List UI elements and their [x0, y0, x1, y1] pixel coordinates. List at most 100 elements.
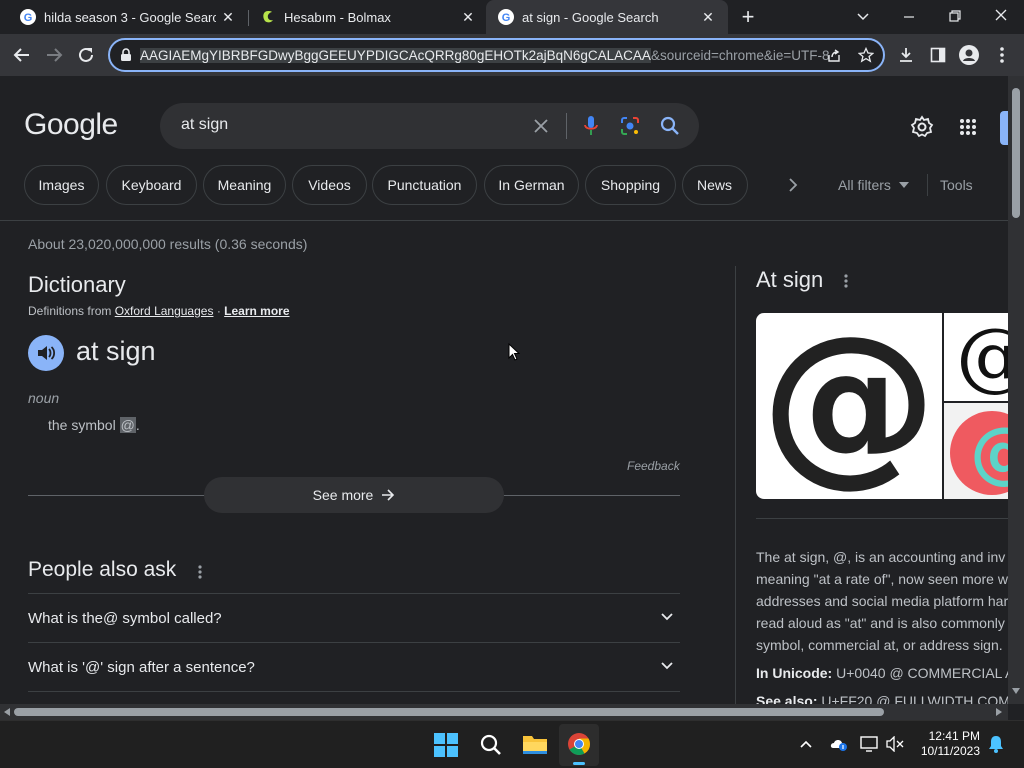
close-tab-icon[interactable]: ✕ — [216, 9, 240, 26]
chip-shopping[interactable]: Shopping — [585, 165, 676, 205]
dictionary-word: at sign — [76, 336, 156, 366]
windows-start-icon[interactable] — [434, 733, 458, 757]
clear-search-icon[interactable] — [533, 118, 549, 134]
system-clock[interactable]: 12:41 PM 10/11/2023 — [916, 729, 980, 759]
close-tab-icon[interactable]: ✕ — [456, 9, 480, 26]
header-divider — [0, 220, 1008, 221]
search-divider — [566, 113, 567, 139]
chip-meaning[interactable]: Meaning — [203, 165, 286, 205]
lens-search-icon[interactable] — [620, 116, 640, 136]
close-window-icon[interactable] — [994, 8, 1008, 22]
knowledge-panel-description: The at sign, @, is an accounting and inv… — [756, 546, 1008, 656]
caret-down-icon — [898, 182, 909, 188]
see-also-label: See also: — [756, 693, 818, 704]
chip-punctuation[interactable]: Punctuation — [372, 165, 477, 205]
learn-more-link[interactable]: Learn more — [224, 304, 289, 318]
scroll-left-arrow-icon[interactable] — [4, 708, 10, 716]
scroll-down-arrow-icon[interactable] — [1012, 688, 1020, 694]
windows-taskbar: 12:41 PM 10/11/2023 — [0, 720, 1024, 768]
at-sign-image-small-top[interactable]: @ — [944, 313, 1008, 401]
see-more-button[interactable]: See more — [204, 477, 504, 513]
network-display-icon[interactable] — [860, 736, 878, 752]
panel-more-options-icon[interactable] — [843, 273, 849, 289]
show-hidden-icons-chevron-icon[interactable] — [800, 740, 812, 748]
tools-button[interactable]: Tools — [940, 177, 973, 193]
horizontal-scrollbar[interactable] — [0, 704, 1008, 720]
part-of-speech: noun — [28, 390, 60, 406]
at-sign-image-small-bottom[interactable]: @ — [944, 403, 1008, 499]
google-results-page: Google at sign Images Keyboard Meaning V… — [0, 76, 1008, 704]
pronounce-button[interactable] — [28, 335, 64, 371]
restore-icon[interactable] — [948, 9, 962, 23]
knowledge-panel-divider — [735, 266, 736, 704]
bookmark-star-icon[interactable] — [858, 47, 874, 63]
oxford-languages-link[interactable]: Oxford Languages — [115, 304, 214, 318]
url-selected-text: AAGIAEMgYIBRBFGDwyBggGEEUYPDIGCAcQRRg80g… — [140, 47, 651, 63]
paa-question[interactable]: What is '@' sign after a sentence? — [28, 642, 680, 691]
url-text[interactable]: AAGIAEMgYIBRBFGDwyBggGEEUYPDIGCAcQRRg80g… — [140, 47, 830, 63]
paa-question-text: What is the@ symbol called? — [28, 609, 222, 627]
search-icon[interactable] — [660, 116, 680, 136]
all-filters-button[interactable]: All filters — [838, 177, 909, 193]
back-icon[interactable] — [8, 34, 36, 76]
profile-avatar-icon[interactable] — [957, 34, 981, 76]
taskbar-search-icon[interactable] — [479, 733, 503, 757]
tab-search-chevron-icon[interactable] — [856, 9, 870, 23]
side-panel-icon[interactable] — [926, 34, 950, 76]
definition-period: . — [135, 417, 140, 433]
forward-icon[interactable] — [40, 34, 68, 76]
chip-videos[interactable]: Videos — [292, 165, 367, 205]
paa-divider — [28, 691, 680, 692]
search-input[interactable]: at sign — [181, 116, 228, 134]
tab-hilda-season-3[interactable]: G hilda season 3 - Google Search ✕ — [0, 0, 248, 34]
vertical-scrollbar[interactable] — [1008, 76, 1024, 704]
notification-bell-icon[interactable] — [988, 735, 1004, 753]
voice-search-icon[interactable] — [583, 114, 599, 138]
download-icon[interactable] — [894, 34, 918, 76]
svg-text:G: G — [24, 12, 33, 24]
sign-in-button-edge[interactable] — [1000, 111, 1008, 145]
search-box[interactable]: at sign — [160, 103, 699, 149]
lock-icon[interactable] — [120, 48, 132, 62]
file-explorer-icon[interactable] — [522, 733, 548, 755]
reload-icon[interactable] — [72, 34, 100, 76]
chips-scroll-right-icon[interactable] — [786, 177, 800, 193]
more-options-icon[interactable] — [197, 564, 203, 580]
at-sign-image-large[interactable]: @ — [756, 313, 942, 499]
paa-question-text: What is '@' sign after a sentence? — [28, 658, 255, 676]
definitions-from-label: Definitions from — [28, 304, 112, 318]
minimize-icon[interactable] — [902, 10, 916, 24]
horizontal-scrollbar-thumb[interactable] — [14, 708, 884, 716]
chip-in-german[interactable]: In German — [484, 165, 579, 205]
arrow-right-icon — [382, 489, 395, 501]
address-bar[interactable]: AAGIAEMgYIBRBFGDwyBggGEEUYPDIGCAcQRRg80g… — [108, 38, 885, 72]
people-also-ask-heading: People also ask — [28, 558, 177, 581]
url-rest-text: &sourceid=chrome&ie=UTF-8 — [650, 47, 830, 63]
chip-images[interactable]: Images — [24, 165, 99, 205]
chrome-taskbar-button[interactable] — [559, 724, 599, 766]
tab-bolmax[interactable]: Hesabım - Bolmax ✕ — [240, 0, 488, 34]
tab-at-sign[interactable]: G at sign - Google Search ✕ — [486, 0, 728, 34]
chip-news[interactable]: News — [682, 165, 748, 205]
feedback-link[interactable]: Feedback — [627, 459, 680, 473]
knowledge-panel-title: At sign — [756, 267, 824, 292]
see-also-fact: See also: U+FF20 @ FULLWIDTH COM — [756, 693, 1008, 704]
all-filters-label: All filters — [838, 177, 891, 193]
google-apps-icon[interactable] — [959, 118, 977, 136]
vertical-scrollbar-thumb[interactable] — [1012, 88, 1020, 218]
paa-question[interactable]: What is the@ symbol called? — [28, 593, 680, 642]
close-tab-icon[interactable]: ✕ — [696, 9, 720, 26]
volume-muted-icon[interactable] — [886, 736, 904, 752]
onedrive-icon[interactable] — [830, 736, 848, 752]
definition-body: the symbol — [48, 417, 116, 433]
share-icon[interactable] — [826, 48, 842, 64]
chip-keyboard[interactable]: Keyboard — [106, 165, 197, 205]
unicode-label: In Unicode: — [756, 665, 833, 681]
scroll-right-arrow-icon[interactable] — [996, 708, 1002, 716]
new-tab-icon[interactable]: + — [736, 5, 760, 29]
google-logo[interactable]: Google — [24, 108, 118, 142]
chrome-menu-icon[interactable] — [990, 34, 1014, 76]
description-line: meaning "at a rate of", now seen more w — [756, 571, 1008, 587]
settings-gear-icon[interactable] — [910, 115, 934, 139]
knowledge-panel-images: @ @ @ — [756, 313, 1008, 499]
